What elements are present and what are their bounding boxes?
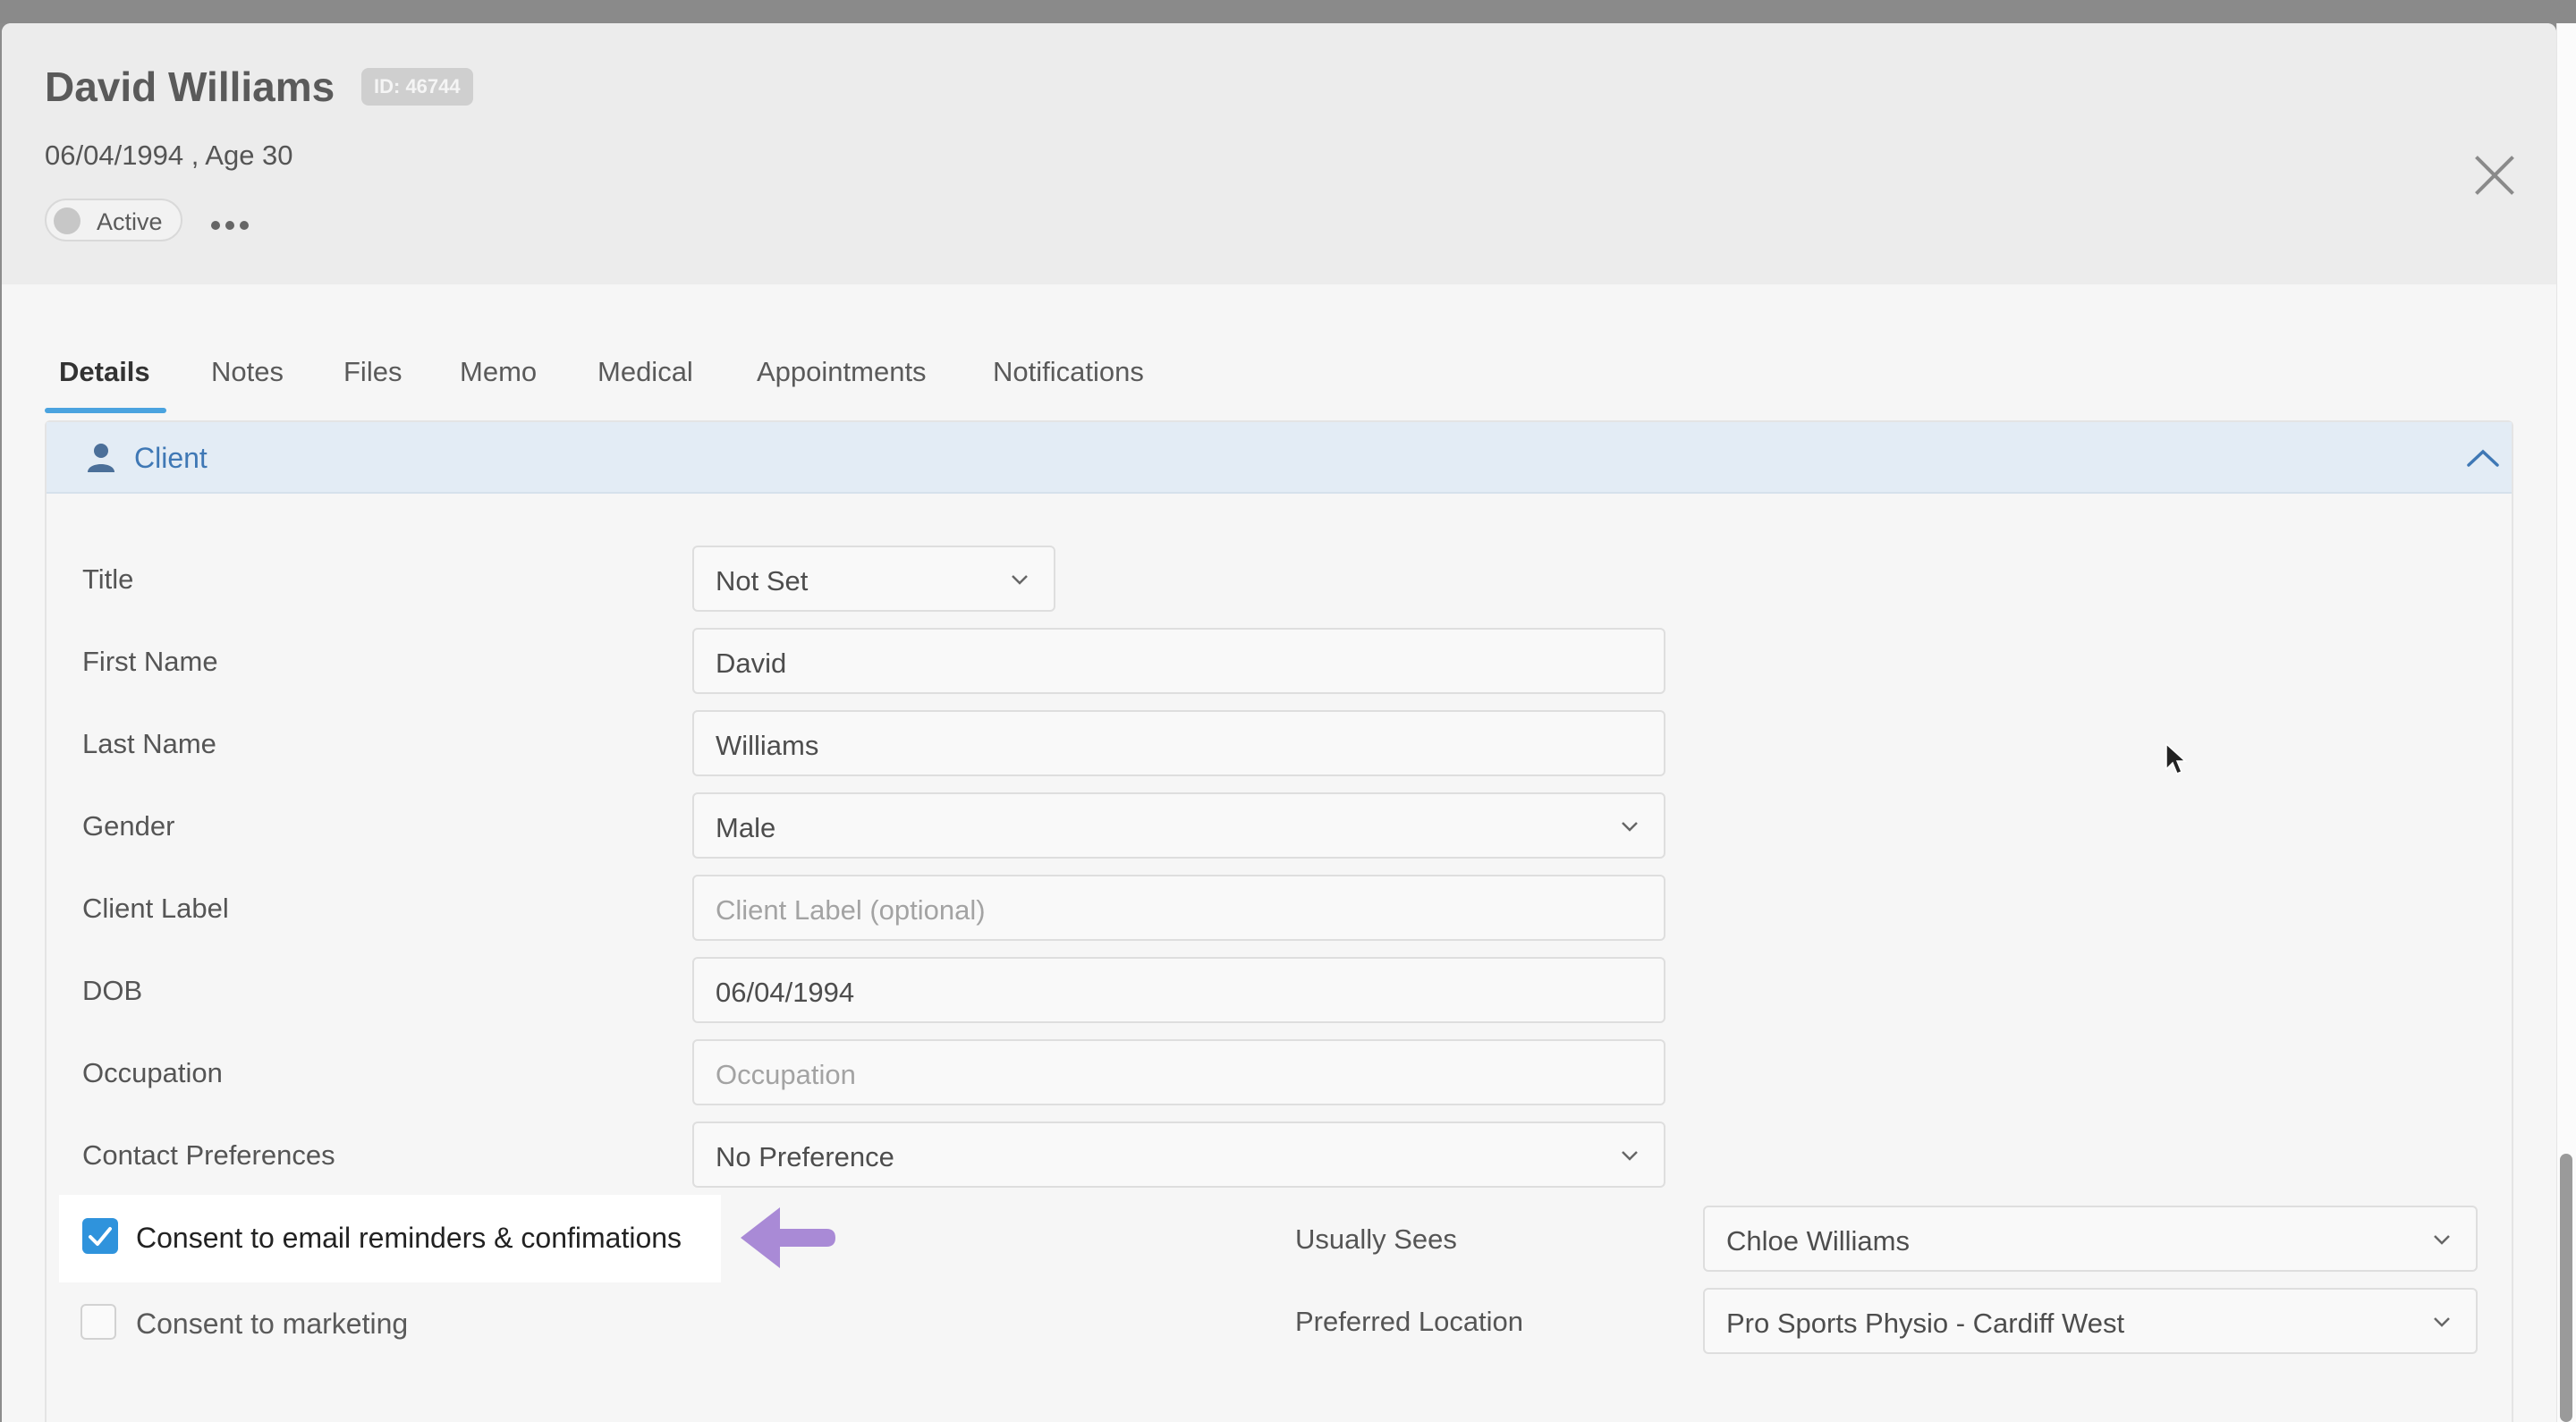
chevron-down-icon bbox=[2434, 1317, 2450, 1327]
client-label-field[interactable]: Client Label (optional) bbox=[692, 875, 1665, 941]
first-name-field[interactable]: David bbox=[692, 628, 1665, 694]
chevron-down-icon bbox=[2434, 1235, 2450, 1245]
email-consent-checkbox[interactable] bbox=[82, 1218, 118, 1254]
modal-header: David Williams ID: 46744 06/04/1994 , Ag… bbox=[2, 23, 2556, 284]
first-name-label: First Name bbox=[82, 646, 218, 677]
marketing-consent-label[interactable]: Consent to marketing bbox=[136, 1308, 408, 1341]
check-icon bbox=[89, 1227, 112, 1246]
dob-label: DOB bbox=[82, 975, 143, 1006]
email-consent-highlight: Consent to email reminders & confimation… bbox=[59, 1195, 721, 1282]
preferred-location-value: Pro Sports Physio - Cardiff West bbox=[1726, 1308, 2125, 1339]
usually-sees-value: Chloe Williams bbox=[1726, 1225, 1910, 1257]
tab-details[interactable]: Details bbox=[59, 356, 150, 388]
marketing-consent-checkbox[interactable] bbox=[80, 1304, 116, 1340]
gender-label: Gender bbox=[82, 810, 175, 842]
dob-value: 06/04/1994 bbox=[716, 977, 855, 1008]
arrow-left-icon bbox=[741, 1207, 835, 1268]
client-dob-age: 06/04/1994 , Age 30 bbox=[45, 140, 293, 171]
contact-preferences-value: No Preference bbox=[716, 1141, 894, 1172]
occupation-label: Occupation bbox=[82, 1057, 223, 1088]
client-panel-title: Client bbox=[134, 442, 208, 474]
scrollbar-thumb[interactable] bbox=[2560, 1154, 2572, 1422]
client-name: David Williams bbox=[45, 63, 335, 110]
client-label-placeholder: Client Label (optional) bbox=[716, 894, 986, 926]
chevron-up-icon[interactable] bbox=[2465, 447, 2501, 469]
title-label: Title bbox=[82, 563, 134, 595]
more-options-icon[interactable] bbox=[211, 218, 256, 231]
tab-bar: Details Notes Files Memo Medical Appoint… bbox=[45, 336, 1208, 415]
occupation-field[interactable]: Occupation bbox=[692, 1039, 1665, 1105]
status-label: Active bbox=[97, 208, 163, 235]
gender-value: Male bbox=[716, 812, 776, 843]
last-name-label: Last Name bbox=[82, 728, 216, 759]
active-tab-indicator bbox=[45, 408, 166, 413]
preferred-location-label: Preferred Location bbox=[1295, 1306, 1524, 1337]
tab-notes[interactable]: Notes bbox=[211, 356, 284, 388]
usually-sees-label: Usually Sees bbox=[1295, 1223, 1457, 1255]
client-modal: David Williams ID: 46744 06/04/1994 , Ag… bbox=[2, 23, 2556, 1422]
chevron-down-icon bbox=[1012, 575, 1028, 585]
chevron-down-icon bbox=[1622, 822, 1638, 832]
email-consent-label[interactable]: Consent to email reminders & confimation… bbox=[136, 1222, 682, 1255]
last-name-value: Williams bbox=[716, 730, 819, 761]
tab-memo[interactable]: Memo bbox=[460, 356, 537, 388]
tab-files[interactable]: Files bbox=[343, 356, 402, 388]
title-select-value: Not Set bbox=[716, 565, 809, 597]
chevron-down-icon bbox=[1622, 1151, 1638, 1161]
user-icon bbox=[88, 444, 114, 472]
occupation-placeholder: Occupation bbox=[716, 1059, 856, 1090]
status-toggle[interactable]: Active bbox=[45, 199, 182, 241]
tab-medical[interactable]: Medical bbox=[597, 356, 693, 388]
contact-preferences-label: Contact Preferences bbox=[82, 1139, 335, 1171]
mouse-cursor-icon bbox=[2165, 742, 2187, 774]
last-name-field[interactable]: Williams bbox=[692, 710, 1665, 776]
preferred-location-select[interactable]: Pro Sports Physio - Cardiff West bbox=[1703, 1288, 2478, 1354]
tab-appointments[interactable]: Appointments bbox=[757, 356, 927, 388]
contact-preferences-select[interactable]: No Preference bbox=[692, 1122, 1665, 1188]
tab-notifications[interactable]: Notifications bbox=[993, 356, 1144, 388]
first-name-value: David bbox=[716, 648, 787, 679]
client-panel-header[interactable]: Client bbox=[47, 422, 2512, 494]
background-overlay bbox=[0, 0, 2576, 23]
usually-sees-select[interactable]: Chloe Williams bbox=[1703, 1206, 2478, 1272]
client-id-badge: ID: 46744 bbox=[361, 68, 473, 106]
gender-select[interactable]: Male bbox=[692, 792, 1665, 859]
title-select[interactable]: Not Set bbox=[692, 546, 1055, 612]
dob-field[interactable]: 06/04/1994 bbox=[692, 957, 1665, 1023]
status-toggle-knob bbox=[54, 207, 80, 234]
client-label-label: Client Label bbox=[82, 893, 229, 924]
close-icon[interactable] bbox=[2472, 153, 2517, 198]
